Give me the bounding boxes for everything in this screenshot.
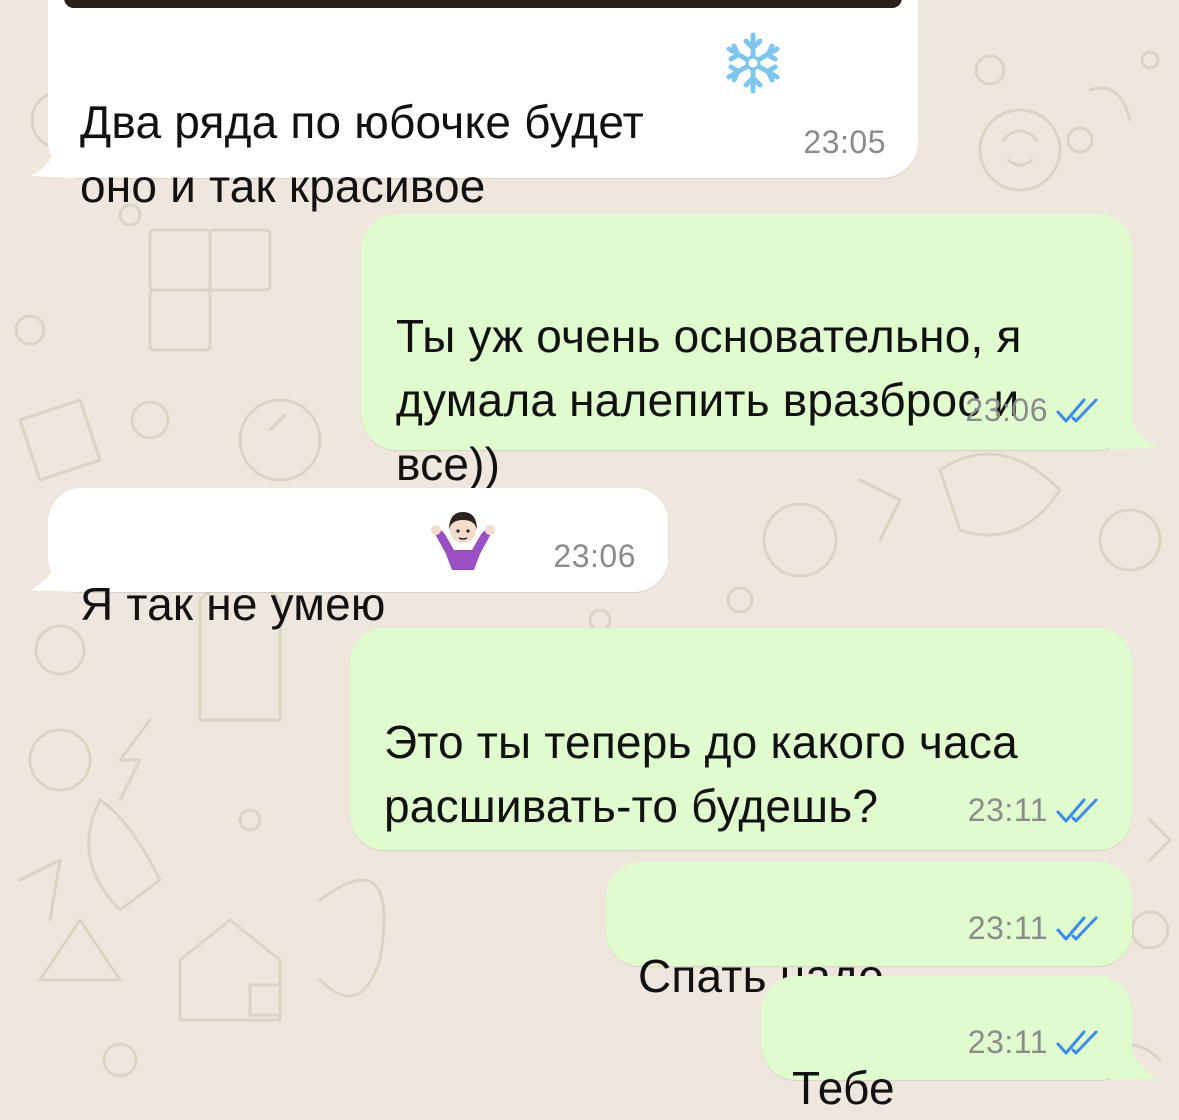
message-meta: 23:06 [553, 538, 636, 575]
message-time: 23:05 [803, 124, 886, 160]
double-check-read-icon [1056, 916, 1098, 940]
message-time: 23:11 [967, 910, 1048, 946]
message-text-content: Два ряда по юбочке будет оно и так краси… [80, 96, 644, 212]
message-meta: 23:06 [965, 392, 1102, 429]
message-text-content: Я так не умею [80, 578, 386, 630]
message-time: 23:11 [967, 792, 1048, 828]
message-text-content: Это ты теперь до какого часа расшивать-т… [384, 716, 1018, 832]
incoming-message[interactable]: Я так не умею 23:06 [48, 488, 668, 630]
message-meta: 23:11 [968, 792, 1102, 829]
message-time: 23:06 [965, 392, 1048, 428]
message-meta: 23:05 [803, 124, 886, 161]
double-check-read-icon [1056, 398, 1098, 422]
incoming-message[interactable]: Два ряда по юбочке будет оно и так краси… [48, 0, 918, 212]
message-text-content: Ты уж очень основательно, я думала налеп… [396, 310, 1022, 490]
snowflake-icon [720, 30, 786, 101]
message-text: Два ряда по юбочке будет оно и так краси… [80, 26, 644, 218]
message-time: 23:11 [967, 1024, 1048, 1060]
person-shrugging-icon [430, 510, 496, 575]
message-text: Ты уж очень основательно, я думала налеп… [396, 240, 1022, 496]
message-text: Тебе [792, 992, 895, 1120]
bubble-tail [1110, 1044, 1158, 1080]
message-text-content: Тебе [792, 1062, 895, 1114]
outgoing-message[interactable]: Спать надо 23:11 [606, 862, 1132, 1002]
message-text: Я так не умею [80, 508, 386, 636]
media-preview-edge[interactable] [64, 0, 902, 8]
bubble-tail [30, 142, 78, 178]
bubble-tail [30, 556, 78, 592]
message-text: Это ты теперь до какого часа расшивать-т… [384, 646, 1018, 838]
double-check-read-icon [1056, 1030, 1098, 1054]
outgoing-message[interactable]: Ты уж очень основательно, я думала налеп… [362, 214, 1132, 490]
message-time: 23:06 [553, 538, 636, 574]
outgoing-message[interactable]: Это ты теперь до какого часа расшивать-т… [350, 628, 1132, 850]
message-meta: 23:11 [968, 1024, 1102, 1061]
outgoing-message[interactable]: Тебе 23:11 [762, 976, 1132, 1114]
bubble-tail [1110, 414, 1158, 450]
double-check-read-icon [1056, 798, 1098, 822]
message-meta: 23:11 [968, 910, 1102, 947]
